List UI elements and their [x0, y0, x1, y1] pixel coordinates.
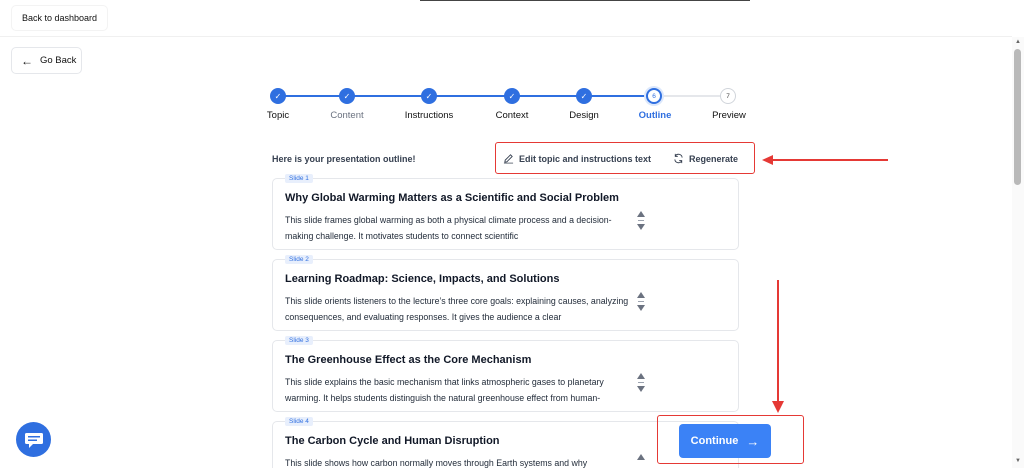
slide-badge: Slide 3 [285, 336, 313, 345]
slide-description[interactable]: This slide shows how carbon normally mov… [285, 455, 631, 468]
annotation-arrow [777, 280, 779, 402]
regenerate-button[interactable]: Regenerate [673, 153, 738, 164]
step-label-content[interactable]: Content [330, 110, 363, 121]
edit-topic-label: Edit topic and instructions text [519, 153, 652, 164]
annotation-arrow [772, 159, 888, 161]
stepper-remaining-line [654, 95, 728, 97]
move-up-icon[interactable] [637, 292, 645, 298]
move-down-icon[interactable] [637, 305, 645, 311]
step-label-outline: Outline [638, 110, 672, 121]
arrow-left-icon: ← [21, 53, 33, 68]
stepper-progress-line [278, 95, 654, 97]
move-up-icon[interactable] [637, 373, 645, 379]
step-label-preview: Preview [712, 110, 746, 121]
reorder-control[interactable] [635, 211, 647, 241]
step-context-check-icon[interactable]: ✓ [504, 88, 520, 104]
scroll-down-icon[interactable]: ▼ [1015, 458, 1021, 464]
regenerate-label: Regenerate [689, 153, 739, 164]
divider [420, 0, 750, 1]
edit-topic-button[interactable]: Edit topic and instructions text [503, 153, 651, 164]
step-instructions-check-icon[interactable]: ✓ [421, 88, 437, 104]
slide-badge: Slide 4 [285, 417, 313, 426]
slide-card-3[interactable]: Slide 3 The Greenhouse Effect as the Cor… [272, 336, 739, 412]
step-label-topic[interactable]: Topic [267, 110, 289, 121]
step-label-context[interactable]: Context [496, 110, 529, 121]
step-topic-check-icon[interactable]: ✓ [270, 88, 286, 104]
reorder-control[interactable] [635, 292, 647, 322]
step-preview-indicator: 7 [720, 88, 736, 104]
continue-label: Continue [690, 435, 739, 447]
annotation-arrow-head [772, 401, 784, 413]
move-up-icon[interactable] [637, 454, 645, 460]
slide-card-1[interactable]: Slide 1 Why Global Warming Matters as a … [272, 174, 739, 250]
edit-icon [503, 154, 514, 164]
slide-title[interactable]: The Greenhouse Effect as the Core Mechan… [285, 354, 531, 366]
reorder-divider [638, 382, 644, 383]
step-outline-indicator: 6 [646, 88, 662, 104]
reorder-divider [638, 220, 644, 221]
slide-title[interactable]: Learning Roadmap: Science, Impacts, and … [285, 273, 559, 285]
slide-description[interactable]: This slide explains the basic mechanism … [285, 374, 631, 406]
reorder-control[interactable] [635, 454, 647, 468]
go-back-label: Go Back [40, 55, 77, 66]
continue-button[interactable]: Continue → [679, 424, 771, 458]
reorder-divider [638, 301, 644, 302]
slide-card-2[interactable]: Slide 2 Learning Roadmap: Science, Impac… [272, 255, 739, 331]
slide-description[interactable]: This slide orients listeners to the lect… [285, 293, 631, 325]
arrow-right-icon: → [746, 433, 760, 449]
scroll-up-icon[interactable]: ▲ [1015, 39, 1021, 45]
move-down-icon[interactable] [637, 386, 645, 392]
slide-title[interactable]: The Carbon Cycle and Human Disruption [285, 435, 500, 447]
top-bar: Back to dashboard [0, 0, 1012, 37]
step-design-check-icon[interactable]: ✓ [576, 88, 592, 104]
outline-heading: Here is your presentation outline! [272, 154, 416, 164]
back-to-dashboard-button[interactable]: Back to dashboard [12, 6, 108, 30]
slide-badge: Slide 2 [285, 255, 313, 264]
slide-badge: Slide 1 [285, 174, 313, 183]
chat-button[interactable] [16, 422, 51, 457]
step-label-design[interactable]: Design [569, 110, 599, 121]
slide-title[interactable]: Why Global Warming Matters as a Scientif… [285, 192, 619, 204]
move-down-icon[interactable] [637, 224, 645, 230]
move-up-icon[interactable] [637, 211, 645, 217]
chat-icon [24, 432, 43, 448]
slide-description[interactable]: This slide frames global warming as both… [285, 212, 631, 244]
reorder-control[interactable] [635, 373, 647, 403]
step-content-check-icon[interactable]: ✓ [339, 88, 355, 104]
step-label-instructions[interactable]: Instructions [405, 110, 454, 121]
scrollbar-thumb[interactable] [1014, 49, 1021, 185]
refresh-icon [674, 153, 683, 164]
go-back-button[interactable]: ← Go Back [11, 47, 82, 74]
